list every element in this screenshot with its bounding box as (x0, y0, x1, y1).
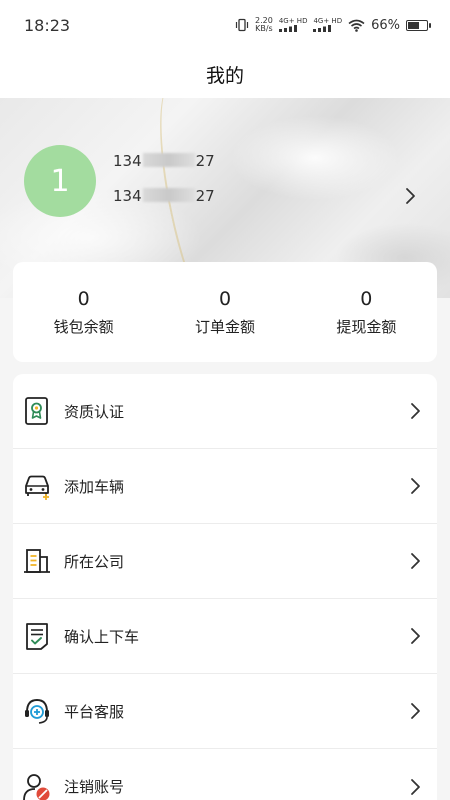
status-bar: 18:23 2.20 KB/s 4G+ HD 4G+ HD 66% (0, 0, 450, 50)
chevron-right-icon[interactable] (400, 186, 420, 206)
wallet-stats-card: 0 钱包余额 0 订单金额 0 提现金额 (13, 262, 437, 362)
menu-label: 平台客服 (64, 702, 125, 721)
chevron-right-icon (411, 628, 420, 644)
net-speed: 2.20 KB/s (255, 17, 273, 33)
menu-label: 添加车辆 (64, 477, 125, 496)
phone-number-primary: 134 27 (113, 152, 215, 170)
page-title: 我的 (205, 64, 244, 87)
menu-label: 确认上下车 (64, 627, 140, 646)
menu-item-confirm-boarding[interactable]: 确认上下车 (13, 599, 437, 674)
menu-item-cancel-account[interactable]: 注销账号 (13, 749, 437, 800)
chevron-right-icon (411, 403, 420, 419)
signal-icon (278, 24, 297, 32)
status-time: 18:23 (24, 15, 71, 35)
network-1: 4G+ HD (278, 16, 308, 34)
status-icons: 2.20 KB/s 4G+ HD 4G+ HD 66% (235, 16, 431, 34)
stat-value: 0 (218, 287, 232, 310)
network-2: 4G+ HD (313, 17, 342, 34)
menu-item-add-vehicle[interactable]: 添加车辆 (13, 449, 437, 524)
confirm-document-icon (26, 623, 48, 650)
company-building-icon (24, 549, 50, 573)
menu-item-customer-service[interactable]: 平台客服 (13, 674, 437, 749)
menu-card: 资质认证 添加车辆 所在公司 确认上下车 平台客服 注销账号 (13, 374, 437, 800)
phone-suffix: 27 (195, 187, 215, 205)
stat-value: 0 (360, 287, 373, 310)
phone-number-secondary: 134 27 (113, 187, 215, 205)
add-vehicle-icon (25, 475, 49, 500)
vibrate-icon (235, 18, 249, 32)
chevron-right-icon (411, 778, 420, 795)
stat-value: 0 (77, 287, 90, 310)
phone-mask (142, 188, 195, 202)
menu-label: 注销账号 (64, 778, 125, 796)
avatar[interactable]: 1 (24, 145, 96, 217)
network-1-label: 4G+ HD (278, 16, 308, 25)
stat-label: 提现金额 (336, 317, 397, 336)
menu-label: 所在公司 (64, 552, 125, 571)
certificate-icon (25, 397, 48, 425)
net-speed-unit: KB/s (255, 24, 273, 33)
menu-label: 资质认证 (64, 402, 125, 421)
avatar-text: 1 (50, 163, 70, 199)
battery-percent: 66% (371, 17, 400, 33)
header: 我的 (0, 50, 450, 98)
chevron-right-icon (411, 553, 420, 569)
stat-order-amount[interactable]: 0 订单金额 (154, 288, 295, 337)
battery-icon (406, 19, 431, 31)
stat-label: 订单金额 (194, 317, 255, 336)
signal-icon (313, 24, 332, 32)
stat-withdraw-amount[interactable]: 0 提现金额 (296, 288, 437, 337)
phone-prefix: 134 (113, 152, 142, 170)
chevron-right-icon (411, 478, 420, 494)
network-2-label: 4G+ HD (313, 16, 343, 25)
stat-label: 钱包余额 (53, 317, 114, 336)
stat-wallet-balance[interactable]: 0 钱包余额 (13, 288, 154, 337)
battery-fill (408, 21, 419, 29)
chevron-right-icon (411, 703, 420, 719)
phone-mask (142, 153, 195, 167)
phone-suffix: 27 (195, 152, 215, 170)
wifi-icon (348, 19, 365, 32)
customer-service-icon (25, 699, 49, 724)
menu-item-company[interactable]: 所在公司 (13, 524, 437, 599)
cancel-account-icon (23, 773, 50, 800)
menu-item-qualification[interactable]: 资质认证 (13, 374, 437, 449)
phone-prefix: 134 (113, 187, 142, 205)
